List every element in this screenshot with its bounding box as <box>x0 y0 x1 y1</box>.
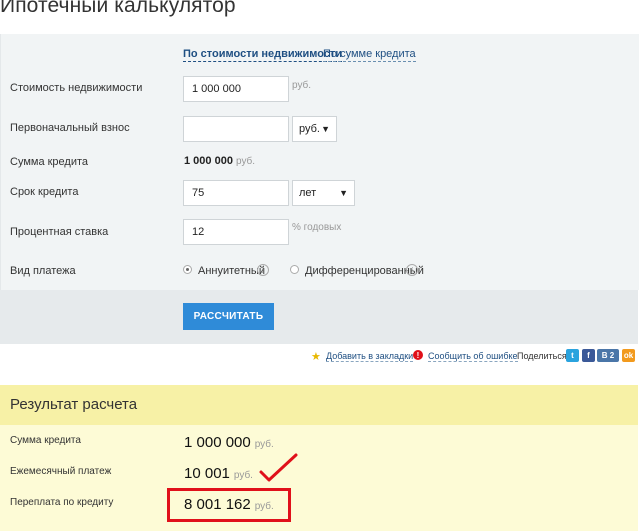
error-icon: ! <box>413 350 423 360</box>
monthly-payment-unit: руб. <box>233 470 253 481</box>
loan-amount-number: 1 000 000 <box>184 155 233 167</box>
payment-type-label: Вид платежа <box>10 265 76 277</box>
annuity-radio[interactable] <box>183 265 192 274</box>
monthly-payment-label: Ежемесячный платеж <box>10 466 112 477</box>
rate-unit: % годовых <box>292 222 342 233</box>
chevron-down-icon: ▼ <box>321 124 330 134</box>
tab-by-loan-amount[interactable]: По сумме кредита <box>323 48 416 62</box>
chevron-down-icon: ▼ <box>339 188 348 198</box>
term-unit-value: лет <box>299 187 317 199</box>
highlight-box <box>167 488 291 522</box>
loan-amount-value: 1 000 000 руб. <box>184 155 255 167</box>
down-payment-label: Первоначальный взнос <box>10 122 130 134</box>
button-band <box>0 290 638 344</box>
page-title: Ипотечный калькулятор <box>0 0 236 17</box>
rate-input[interactable]: 12 <box>183 219 289 245</box>
result-loan-amount-label: Сумма кредита <box>10 435 81 446</box>
rate-label: Процентная ставка <box>10 226 109 238</box>
vk-letter: В <box>601 351 608 360</box>
price-label: Стоимость недвижимости <box>10 82 143 94</box>
down-payment-input[interactable] <box>183 116 289 142</box>
price-input[interactable]: 1 000 000 <box>183 76 289 102</box>
annuity-label[interactable]: Аннуитетный <box>198 265 265 277</box>
facebook-icon[interactable]: f <box>582 349 595 362</box>
bookmark-link[interactable]: Добавить в закладки <box>326 351 414 362</box>
monthly-payment-value: 10 001 руб. <box>184 465 253 482</box>
differentiated-radio[interactable] <box>290 265 299 274</box>
star-icon: ★ <box>311 351 321 363</box>
twitter-icon[interactable]: t <box>566 349 579 362</box>
down-payment-unit-value: руб. <box>299 123 320 135</box>
term-input[interactable]: 75 <box>183 180 289 206</box>
tab-by-property-price[interactable]: По стоимости недвижимости <box>183 48 343 62</box>
calculator-form <box>0 34 639 290</box>
report-error-link[interactable]: Сообщить об ошибке <box>428 351 518 362</box>
info-icon[interactable]: i <box>257 264 269 276</box>
calculate-button[interactable]: РАССЧИТАТЬ <box>183 303 274 330</box>
loan-amount-label: Сумма кредита <box>10 156 89 168</box>
price-unit: руб. <box>292 80 312 91</box>
info-icon[interactable]: i <box>406 264 418 276</box>
checkmark-icon <box>259 453 298 482</box>
vk-icon[interactable]: В 2 <box>597 349 619 362</box>
term-label: Срок кредита <box>10 186 79 198</box>
odnoklassniki-icon[interactable]: ok <box>622 349 635 362</box>
result-loan-amount-unit: руб. <box>254 439 274 450</box>
loan-amount-unit: руб. <box>236 156 256 167</box>
result-loan-amount-number: 1 000 000 <box>184 434 251 451</box>
monthly-payment-number: 10 001 <box>184 465 230 482</box>
share-label: Поделиться: <box>517 351 570 361</box>
overpayment-label: Переплата по кредиту <box>10 497 114 508</box>
result-title: Результат расчета <box>10 396 138 413</box>
term-unit-select[interactable]: лет ▼ <box>292 180 355 206</box>
vk-count: 2 <box>609 351 615 360</box>
down-payment-unit-select[interactable]: руб. ▼ <box>292 116 337 142</box>
result-loan-amount-value: 1 000 000 руб. <box>184 434 274 451</box>
